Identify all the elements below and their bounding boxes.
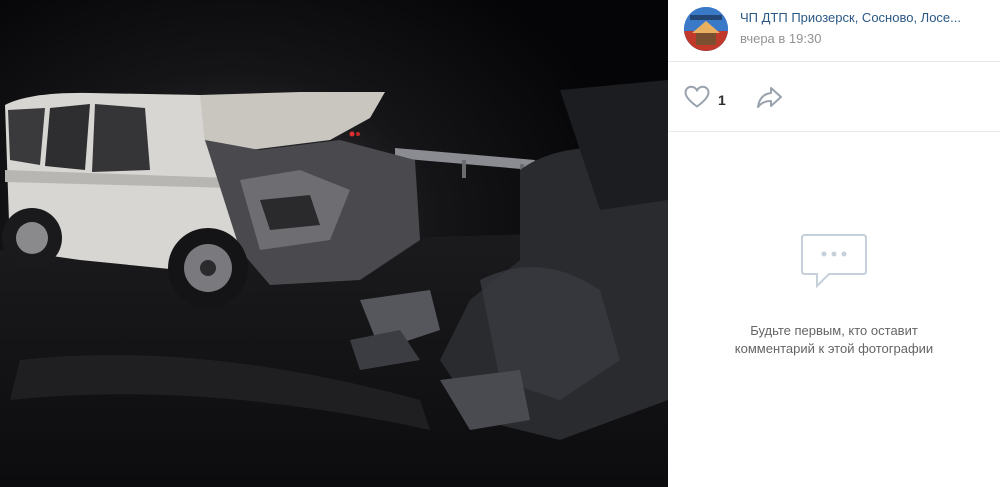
comment-bubble-icon	[799, 234, 869, 299]
share-arrow-icon	[756, 87, 784, 113]
post-header: ЧП ДТП Приозерск, Сосново, Лосе... вчера…	[668, 0, 1000, 62]
empty-text-line2: комментарий к этой фотографии	[734, 341, 934, 356]
heart-icon	[684, 85, 710, 114]
post-actions: 1	[668, 62, 1000, 132]
group-avatar[interactable]	[684, 7, 728, 51]
like-button[interactable]: 1	[684, 85, 726, 114]
like-count: 1	[718, 91, 726, 108]
post-date[interactable]: вчера в 19:30	[740, 31, 821, 46]
comments-empty-state: Будьте первым, кто оставит комментарий к…	[668, 231, 1000, 358]
empty-text-line1: Будьте первым, кто оставит	[750, 323, 918, 338]
photo-sidebar: ЧП ДТП Приозерск, Сосново, Лосе... вчера…	[668, 0, 1000, 487]
post-photo[interactable]	[0, 0, 668, 487]
post-author-link[interactable]: ЧП ДТП Приозерск, Сосново, Лосе...	[740, 10, 990, 25]
share-button[interactable]	[756, 85, 784, 114]
